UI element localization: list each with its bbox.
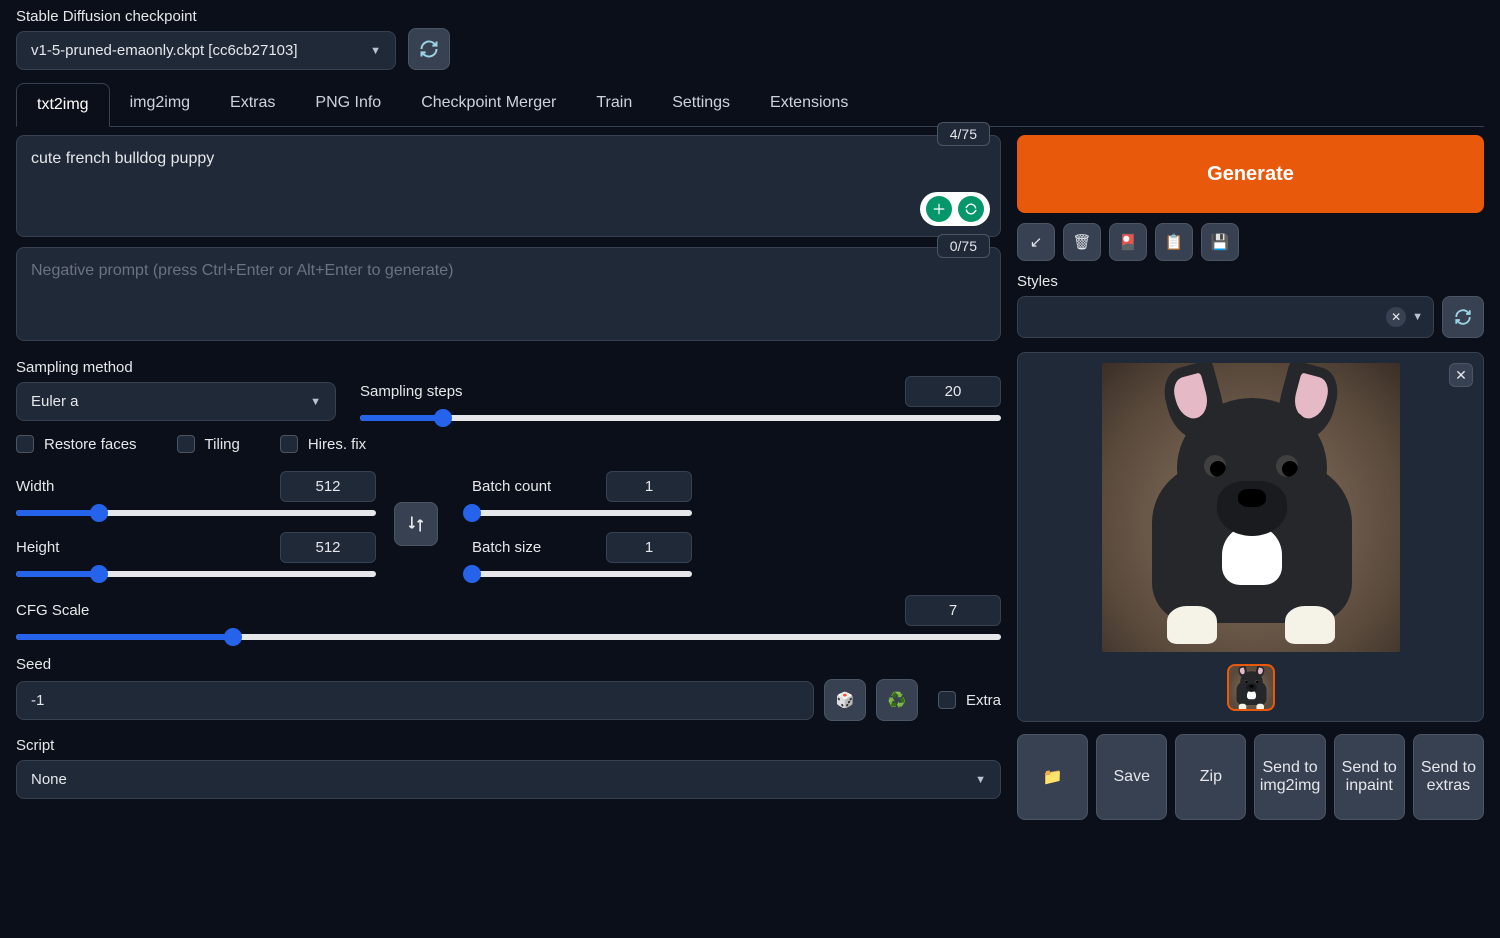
prompt-input[interactable]: [17, 136, 1000, 234]
tab-checkpoint-merger[interactable]: Checkpoint Merger: [401, 82, 576, 126]
tiling-checkbox[interactable]: Tiling: [177, 435, 240, 453]
sampling-method-dropdown[interactable]: Euler a ▼: [16, 382, 336, 421]
reload-checkpoint-button[interactable]: [408, 28, 450, 70]
send-params-button[interactable]: ↙: [1017, 223, 1055, 261]
seed-label: Seed: [16, 656, 1001, 673]
width-slider[interactable]: [16, 510, 376, 516]
batch-count-label: Batch count: [472, 478, 551, 495]
clear-styles-button[interactable]: ✕: [1386, 307, 1406, 327]
plus-down-icon: [932, 202, 946, 216]
height-slider[interactable]: [16, 571, 376, 577]
height-label: Height: [16, 539, 59, 556]
cfg-value[interactable]: 7: [905, 595, 1001, 626]
main-tabs: txt2img img2img Extras PNG Info Checkpoi…: [16, 82, 1484, 127]
chevron-down-icon: ▼: [310, 396, 321, 408]
checkpoint-label: Stable Diffusion checkpoint: [16, 8, 396, 25]
cfg-label: CFG Scale: [16, 602, 89, 619]
send-to-img2img-button[interactable]: Send to img2img: [1254, 734, 1325, 820]
save-button[interactable]: Save: [1096, 734, 1167, 820]
restore-faces-label: Restore faces: [44, 436, 137, 453]
tab-txt2img[interactable]: txt2img: [16, 83, 110, 127]
tab-img2img[interactable]: img2img: [110, 82, 210, 126]
refresh-icon: [419, 39, 439, 59]
height-value[interactable]: 512: [280, 532, 376, 563]
script-dropdown[interactable]: None ▼: [16, 760, 1001, 799]
width-value[interactable]: 512: [280, 471, 376, 502]
close-preview-button[interactable]: ✕: [1449, 363, 1473, 387]
add-style-button[interactable]: [926, 196, 952, 222]
thumbnail[interactable]: [1227, 664, 1275, 711]
refresh-icon: [1454, 308, 1472, 326]
output-image-area: ✕: [1017, 352, 1484, 722]
checkpoint-value: v1-5-pruned-emaonly.ckpt [cc6cb27103]: [31, 42, 298, 59]
script-label: Script: [16, 737, 1001, 754]
show-extra-networks-button[interactable]: 🎴: [1109, 223, 1147, 261]
negative-prompt-input[interactable]: [17, 248, 1000, 338]
save-style-button[interactable]: 💾: [1201, 223, 1239, 261]
sampling-steps-value[interactable]: 20: [905, 376, 1001, 407]
generated-image[interactable]: [1102, 363, 1400, 652]
reuse-seed-button[interactable]: ♻️: [876, 679, 918, 721]
styles-dropdown[interactable]: ✕ ▼: [1017, 296, 1434, 338]
prompt-token-count: 4/75: [937, 122, 990, 146]
batch-size-label: Batch size: [472, 539, 541, 556]
restore-faces-checkbox[interactable]: Restore faces: [16, 435, 137, 453]
chevron-down-icon: ▼: [1412, 311, 1423, 323]
random-seed-button[interactable]: 🎲: [824, 679, 866, 721]
send-to-inpaint-button[interactable]: Send to inpaint: [1334, 734, 1405, 820]
recycle-icon: ♻️: [888, 691, 907, 709]
width-label: Width: [16, 478, 54, 495]
open-folder-button[interactable]: 📁: [1017, 734, 1088, 820]
zip-button[interactable]: Zip: [1175, 734, 1246, 820]
prompt-tools: [920, 192, 990, 226]
arrow-down-left-icon: ↙: [1030, 233, 1043, 251]
batch-count-value[interactable]: 1: [606, 471, 692, 502]
swap-icon: [406, 514, 426, 534]
cycle-icon: [964, 202, 978, 216]
tab-train[interactable]: Train: [576, 82, 652, 126]
tab-extras[interactable]: Extras: [210, 82, 295, 126]
script-value: None: [31, 771, 67, 788]
refresh-styles-button[interactable]: [1442, 296, 1484, 338]
seed-input[interactable]: [16, 681, 814, 720]
extra-seed-label: Extra: [966, 692, 1001, 709]
hires-fix-label: Hires. fix: [308, 436, 366, 453]
sampling-steps-label: Sampling steps: [360, 383, 463, 400]
tiling-label: Tiling: [205, 436, 240, 453]
swap-dimensions-button[interactable]: [394, 502, 438, 546]
tab-settings[interactable]: Settings: [652, 82, 750, 126]
cfg-slider[interactable]: [16, 634, 1001, 640]
close-icon: ✕: [1391, 310, 1401, 324]
neg-prompt-token-count: 0/75: [937, 234, 990, 258]
dice-icon: 🎲: [836, 691, 855, 709]
tab-extensions[interactable]: Extensions: [750, 82, 868, 126]
extra-seed-checkbox[interactable]: Extra: [938, 691, 1001, 709]
paste-button[interactable]: 📋: [1155, 223, 1193, 261]
clear-prompt-button[interactable]: 🗑: [1063, 223, 1101, 261]
styles-label: Styles: [1017, 273, 1434, 290]
sampling-steps-slider[interactable]: [360, 415, 1001, 421]
clipboard-icon: 📋: [1165, 233, 1184, 251]
batch-size-value[interactable]: 1: [606, 532, 692, 563]
checkpoint-dropdown[interactable]: v1-5-pruned-emaonly.ckpt [cc6cb27103] ▼: [16, 31, 396, 70]
chevron-down-icon: ▼: [370, 45, 381, 57]
generate-button[interactable]: Generate: [1017, 135, 1484, 213]
save-icon: 💾: [1211, 233, 1230, 251]
tab-pnginfo[interactable]: PNG Info: [295, 82, 401, 126]
send-to-extras-button[interactable]: Send to extras: [1413, 734, 1484, 820]
close-icon: ✕: [1455, 367, 1467, 384]
batch-count-slider[interactable]: [472, 510, 692, 516]
hires-fix-checkbox[interactable]: Hires. fix: [280, 435, 366, 453]
apply-style-button[interactable]: [958, 196, 984, 222]
card-stack-icon: 🎴: [1119, 233, 1138, 251]
folder-icon: 📁: [1043, 767, 1063, 787]
chevron-down-icon: ▼: [975, 774, 986, 786]
trash-icon: 🗑: [1072, 233, 1091, 251]
batch-size-slider[interactable]: [472, 571, 692, 577]
sampling-method-label: Sampling method: [16, 359, 336, 376]
sampling-method-value: Euler a: [31, 393, 79, 410]
